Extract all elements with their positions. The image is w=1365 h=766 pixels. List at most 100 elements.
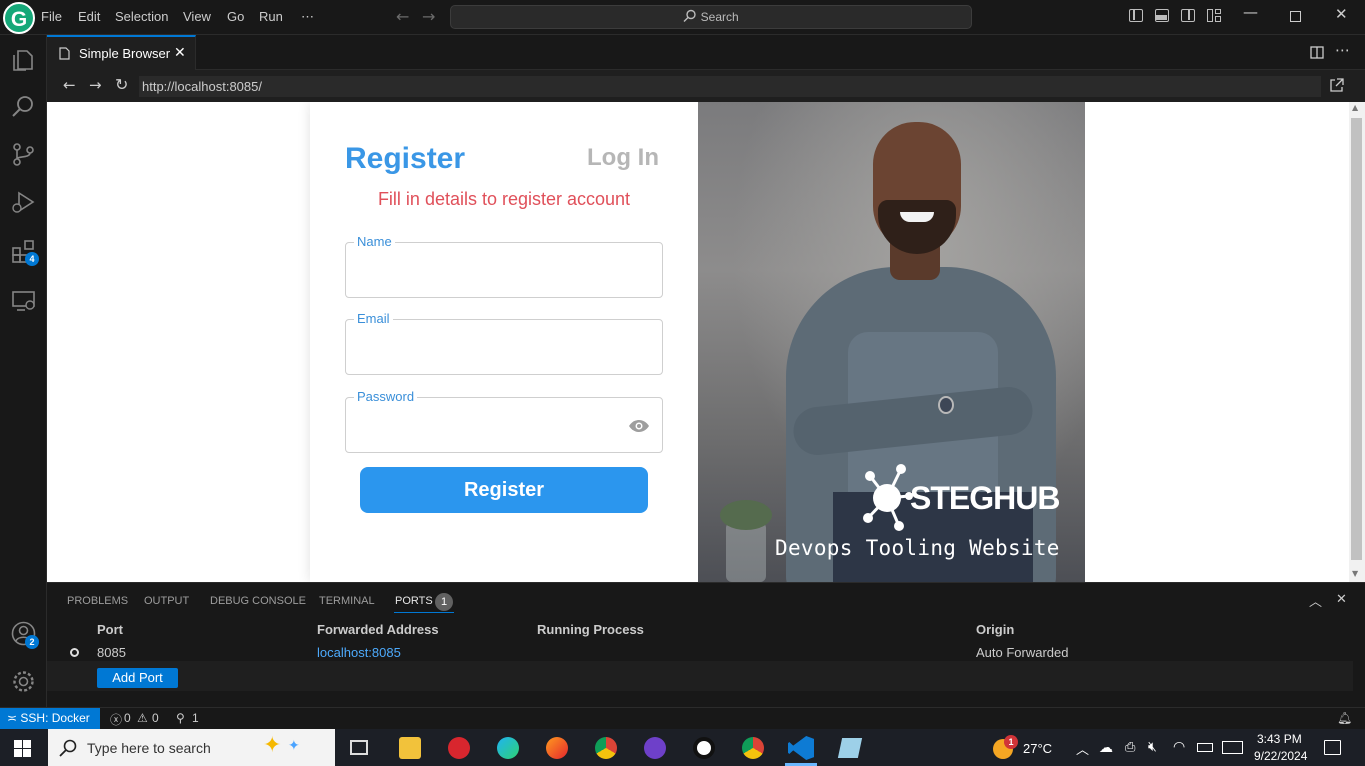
add-port-button[interactable]: Add Port bbox=[97, 668, 178, 688]
tab-simple-browser[interactable]: Simple Browser ✕ bbox=[47, 35, 196, 70]
clock-time[interactable]: 3:43 PM bbox=[1257, 732, 1302, 746]
search-icon[interactable] bbox=[11, 94, 36, 119]
tab-ports[interactable]: PORTS bbox=[395, 595, 433, 607]
register-button[interactable]: Register bbox=[360, 467, 648, 513]
menu-more[interactable]: ⋯ bbox=[301, 9, 314, 25]
eye-icon[interactable] bbox=[628, 419, 650, 433]
remote-explorer-icon[interactable] bbox=[11, 288, 36, 313]
error-icon: ⓧ bbox=[110, 713, 123, 727]
tab-problems[interactable]: PROBLEMS bbox=[67, 595, 128, 607]
menu-run[interactable]: Run bbox=[259, 9, 283, 24]
browser-back-icon[interactable]: ← bbox=[63, 76, 76, 94]
close-tab-icon[interactable]: ✕ bbox=[174, 45, 186, 61]
name-field[interactable]: Name bbox=[345, 234, 663, 298]
accounts-badge: 2 bbox=[25, 635, 39, 649]
notes-app-icon[interactable] bbox=[837, 738, 863, 758]
windows-taskbar: Type here to search ✦ ✦ 1 27°C ︿ ☁ ⎙ 🔇︎ … bbox=[0, 729, 1365, 766]
menu-selection[interactable]: Selection bbox=[115, 9, 168, 24]
bottom-panel: PROBLEMS OUTPUT DEBUG CONSOLE TERMINAL P… bbox=[47, 582, 1365, 707]
file-icon bbox=[59, 47, 70, 60]
onedrive-icon[interactable]: ☁ bbox=[1099, 739, 1113, 756]
remote-indicator[interactable]: ≍ SSH: Docker bbox=[0, 708, 100, 729]
menu-view[interactable]: View bbox=[183, 9, 211, 24]
toggle-panel-icon[interactable] bbox=[1155, 9, 1169, 22]
chrome-profile-icon[interactable] bbox=[742, 737, 764, 759]
back-arrow-icon[interactable]: ← bbox=[396, 7, 409, 26]
hero-photo: STEGHUB Devops Tooling Website bbox=[698, 102, 1085, 582]
tab-debug-console[interactable]: DEBUG CONSOLE bbox=[210, 595, 306, 607]
taskbar-search-box[interactable]: Type here to search ✦ ✦ bbox=[48, 729, 335, 766]
url-input[interactable] bbox=[139, 76, 1321, 97]
steghub-logo-icon bbox=[863, 464, 913, 531]
register-heading: Register bbox=[345, 142, 466, 175]
activity-bar: 4 2 bbox=[0, 35, 47, 707]
restore-icon[interactable] bbox=[1290, 11, 1301, 22]
menu-go[interactable]: Go bbox=[227, 9, 244, 24]
warning-count[interactable]: 0 bbox=[152, 711, 159, 725]
tab-terminal[interactable]: TERMINAL bbox=[319, 595, 375, 607]
page-scroll-thumb[interactable] bbox=[1351, 118, 1362, 560]
remote-label: SSH: Docker bbox=[20, 711, 90, 725]
opera-icon[interactable] bbox=[448, 737, 470, 759]
extensions-badge: 4 bbox=[25, 252, 39, 266]
file-explorer-icon[interactable] bbox=[399, 737, 421, 759]
subtitle: Fill in details to register account bbox=[377, 189, 631, 209]
more-actions-icon[interactable]: ⋯ bbox=[1335, 41, 1350, 59]
tray-chevron-icon[interactable]: ︿ bbox=[1076, 739, 1089, 758]
github-desktop-icon[interactable] bbox=[644, 737, 666, 759]
wifi-icon[interactable]: ◠ bbox=[1173, 738, 1185, 755]
firefox-icon[interactable] bbox=[546, 737, 568, 759]
battery-icon[interactable] bbox=[1197, 743, 1213, 752]
customize-layout-icon[interactable] bbox=[1207, 9, 1222, 22]
login-link[interactable]: Log In bbox=[587, 144, 659, 172]
toggle-primary-sidebar-icon[interactable] bbox=[1129, 9, 1143, 22]
password-field[interactable]: Password bbox=[345, 389, 663, 453]
source-control-icon[interactable] bbox=[11, 142, 36, 167]
menu-file[interactable]: File bbox=[41, 9, 62, 24]
scroll-up-icon[interactable]: ▲ bbox=[1352, 103, 1358, 112]
edge-icon[interactable] bbox=[497, 737, 519, 759]
password-field-label: Password bbox=[354, 389, 418, 404]
menu-edit[interactable]: Edit bbox=[78, 9, 100, 24]
maximize-panel-icon[interactable]: ︿ bbox=[1309, 591, 1322, 610]
toggle-secondary-sidebar-icon[interactable] bbox=[1181, 9, 1195, 22]
tagline: Devops Tooling Website bbox=[775, 536, 1060, 560]
split-editor-icon[interactable] bbox=[1310, 46, 1324, 59]
notification-center-icon[interactable] bbox=[1324, 740, 1341, 755]
volume-muted-icon[interactable]: 🔇︎ bbox=[1148, 738, 1157, 755]
penguin-app-icon[interactable] bbox=[693, 737, 715, 759]
forward-arrow-icon[interactable]: → bbox=[422, 7, 435, 26]
port-status-icon bbox=[70, 648, 79, 657]
forwarded-address-link[interactable]: localhost:8085 bbox=[317, 645, 401, 660]
browser-forward-icon[interactable]: → bbox=[89, 76, 102, 94]
vscode-taskbar-icon[interactable] bbox=[788, 736, 814, 760]
remote-icon: ≍ bbox=[7, 711, 18, 725]
scroll-down-icon[interactable]: ▼ bbox=[1352, 569, 1358, 578]
active-tab-indicator bbox=[394, 612, 454, 613]
temperature[interactable]: 27°C bbox=[1023, 741, 1052, 756]
device-icon[interactable]: ⎙ bbox=[1125, 739, 1135, 755]
notifications-icon[interactable]: 🔔︎ bbox=[1337, 711, 1352, 725]
keyboard-icon[interactable] bbox=[1222, 741, 1243, 754]
run-debug-icon[interactable] bbox=[11, 190, 36, 215]
error-count[interactable]: 0 bbox=[124, 711, 131, 725]
open-external-icon[interactable] bbox=[1329, 78, 1344, 93]
add-port-row bbox=[47, 661, 1353, 691]
reload-icon[interactable]: ↻ bbox=[115, 75, 128, 94]
explorer-icon[interactable] bbox=[11, 47, 36, 72]
app-logo-icon[interactable]: G bbox=[3, 2, 35, 34]
search-highlight-icon: ✦ bbox=[263, 733, 282, 758]
gear-icon[interactable] bbox=[11, 669, 36, 694]
clock-date[interactable]: 9/22/2024 bbox=[1254, 749, 1307, 763]
email-field[interactable]: Email bbox=[345, 311, 663, 375]
tab-output[interactable]: OUTPUT bbox=[144, 595, 189, 607]
minimize-icon[interactable]: — bbox=[1243, 3, 1258, 21]
windows-start-icon[interactable] bbox=[14, 740, 31, 757]
col-port: Port bbox=[97, 622, 123, 637]
command-search[interactable]: Search bbox=[450, 5, 972, 29]
task-view-icon[interactable] bbox=[350, 740, 368, 755]
close-panel-icon[interactable]: ✕ bbox=[1336, 592, 1347, 607]
ports-forwarded-count[interactable]: 1 bbox=[192, 711, 199, 725]
chrome-icon[interactable] bbox=[595, 737, 617, 759]
close-window-icon[interactable]: ✕ bbox=[1335, 5, 1348, 23]
